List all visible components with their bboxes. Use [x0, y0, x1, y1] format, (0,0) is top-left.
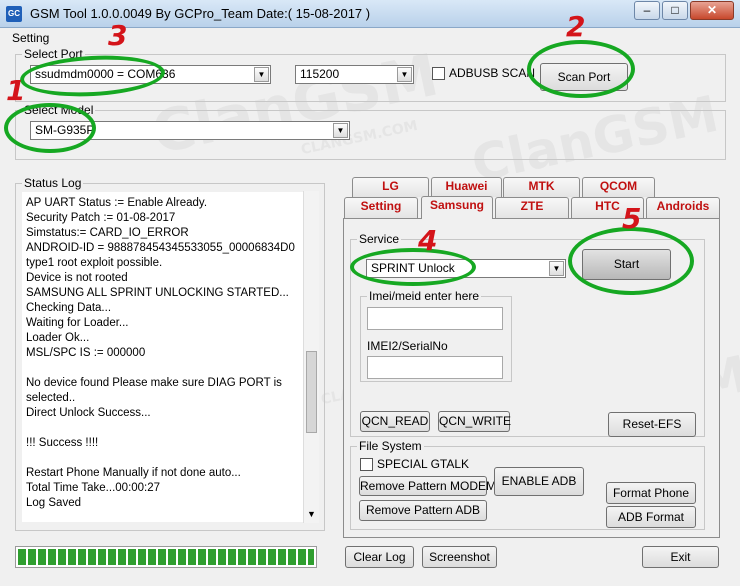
tab-mtk[interactable]: MTK	[503, 177, 580, 197]
tab-zte[interactable]: ZTE	[495, 197, 569, 218]
chevron-down-icon[interactable]: ▼	[333, 123, 348, 138]
qcn-write-button[interactable]: QCN_WRITE	[438, 411, 511, 432]
enable-adb-button[interactable]: ENABLE ADB	[494, 467, 584, 496]
log-line: Device is not rooted	[26, 272, 128, 284]
imei-group-label: Imei/meid enter here	[367, 289, 482, 303]
log-line: Security Patch := 01-08-2017	[26, 212, 176, 224]
annotation-number: 1	[6, 74, 26, 107]
progress-fill	[18, 549, 314, 565]
format-phone-button[interactable]: Format Phone	[606, 482, 696, 504]
imei-input[interactable]	[367, 307, 503, 330]
app-icon: GC	[6, 6, 22, 22]
imei2-label: IMEI2/SerialNo	[367, 339, 448, 353]
log-line: Direct Unlock Success...	[26, 407, 151, 419]
log-line: Log Saved	[26, 497, 81, 509]
annotation-number: 4	[418, 224, 438, 257]
chevron-down-icon[interactable]: ▼	[549, 261, 564, 276]
log-line: Checking Data...	[26, 302, 112, 314]
annotation-ring-service	[350, 248, 476, 286]
adbusb-scan-checkbox[interactable]	[432, 67, 445, 80]
minimize-button[interactable]: –	[634, 1, 660, 20]
remove-pattern-adb-button[interactable]: Remove Pattern ADB	[359, 500, 487, 521]
annotation-ring-model	[4, 103, 96, 153]
log-line: !!! Success !!!!	[26, 437, 99, 449]
log-line: Simstatus:= CARD_IO_ERROR	[26, 227, 189, 239]
annotation-number: 2	[566, 10, 586, 43]
log-line: type1 root exploit possible.	[26, 257, 163, 269]
service-label: Service	[357, 232, 402, 246]
log-line: AP UART Status := Enable Already.	[26, 197, 208, 209]
log-scrollbar[interactable]: ▼	[303, 191, 319, 523]
baud-combo[interactable]: 115200 ▼	[295, 65, 414, 84]
status-log-text[interactable]: AP UART Status := Enable Already. Securit…	[22, 192, 304, 522]
tab-lg[interactable]: LG	[352, 177, 429, 197]
tab-androids[interactable]: Androids	[646, 197, 720, 218]
chevron-down-icon[interactable]: ▼	[307, 509, 316, 519]
log-line: ANDROID-ID = 988878454345533055_00006834…	[26, 242, 295, 254]
screenshot-button[interactable]: Screenshot	[422, 546, 497, 568]
annotation-number: 3	[108, 19, 128, 52]
log-line: MSL/SPC IS := 000000	[26, 347, 146, 359]
log-line: Total Time Take...00:00:27	[26, 482, 161, 494]
chevron-down-icon[interactable]: ▼	[254, 67, 269, 82]
tab-huawei[interactable]: Huawei	[431, 177, 502, 197]
status-log-label: Status Log	[22, 176, 84, 190]
maximize-button[interactable]: □	[662, 1, 688, 20]
adbusb-scan-label: ADBUSB SCAN	[449, 66, 536, 80]
chevron-down-icon[interactable]: ▼	[397, 67, 412, 82]
window-title: GSM Tool 1.0.0.0049 By GCPro_Team Date:(…	[30, 6, 371, 21]
log-line: No device found Please make sure DIAG PO…	[26, 377, 282, 389]
annotation-ring-scan	[527, 40, 635, 98]
close-button[interactable]: ✕	[690, 1, 734, 20]
special-gtalk-label: SPECIAL GTALK	[377, 457, 470, 471]
log-line: SAMSUNG ALL SPRINT UNLOCKING STARTED...	[26, 287, 289, 299]
adb-format-button[interactable]: ADB Format	[606, 506, 696, 528]
progress-bar	[15, 546, 317, 568]
log-scroll-thumb[interactable]	[306, 351, 317, 433]
log-line: Restart Phone Manually if not done auto.…	[26, 467, 241, 479]
log-line: selected..	[26, 392, 76, 404]
clear-log-button[interactable]: Clear Log	[345, 546, 414, 568]
tab-qcom[interactable]: QCOM	[582, 177, 655, 197]
log-line: Loader Ok...	[26, 332, 90, 344]
tab-samsung[interactable]: Samsung	[421, 196, 493, 219]
annotation-ring-start	[568, 227, 694, 295]
qcn-read-button[interactable]: QCN_READ	[360, 411, 430, 432]
menu-setting[interactable]: Setting	[12, 31, 49, 45]
annotation-number: 5	[622, 202, 642, 235]
special-gtalk-checkbox[interactable]	[360, 458, 373, 471]
exit-button[interactable]: Exit	[642, 546, 719, 568]
remove-pattern-modem-button[interactable]: Remove Pattern MODEM	[359, 476, 496, 496]
baud-value: 115200	[300, 67, 340, 81]
reset-efs-button[interactable]: Reset-EFS	[608, 412, 696, 437]
imei2-input[interactable]	[367, 356, 503, 379]
log-line: Waiting for Loader...	[26, 317, 129, 329]
tab-setting[interactable]: Setting	[344, 197, 418, 218]
file-system-label: File System	[357, 439, 424, 453]
